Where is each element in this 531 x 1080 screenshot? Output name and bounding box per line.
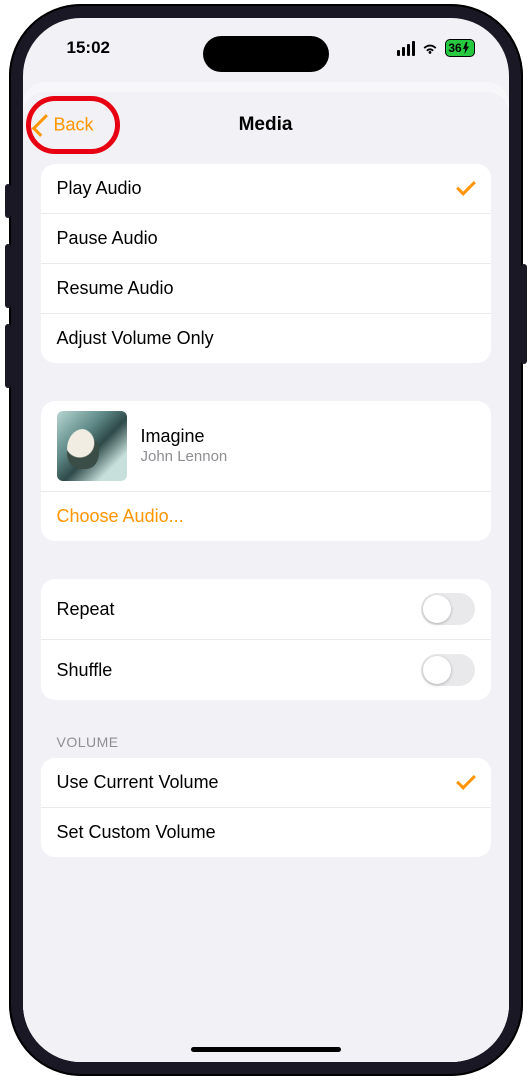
battery-icon: 36 [445, 39, 475, 57]
action-label: Adjust Volume Only [57, 328, 214, 349]
selected-media-row[interactable]: Imagine John Lennon [41, 401, 491, 491]
song-title: Imagine [141, 425, 228, 448]
screen: 15:02 36 Back Media [23, 18, 509, 1062]
action-play-audio[interactable]: Play Audio [41, 164, 491, 213]
media-group: Imagine John Lennon Choose Audio... [41, 401, 491, 541]
volume-use-current[interactable]: Use Current Volume [41, 758, 491, 807]
artist-name: John Lennon [141, 448, 228, 467]
action-label: Play Audio [57, 178, 142, 199]
action-adjust-volume[interactable]: Adjust Volume Only [41, 313, 491, 363]
status-right: 36 [397, 39, 475, 57]
shuffle-row: Shuffle [41, 639, 491, 700]
volume-group: Use Current Volume Set Custom Volume [41, 758, 491, 857]
repeat-toggle[interactable] [421, 593, 475, 625]
repeat-label: Repeat [57, 599, 115, 620]
chevron-left-icon [31, 114, 54, 137]
volume-up-button [5, 244, 11, 308]
action-label: Resume Audio [57, 278, 174, 299]
media-text: Imagine John Lennon [141, 425, 228, 466]
content: Play Audio Pause Audio Resume Audio Adju… [23, 164, 509, 897]
page-title: Media [239, 114, 293, 136]
power-button [521, 264, 527, 364]
mute-switch [5, 184, 11, 218]
checkmark-icon [456, 770, 476, 790]
choose-audio-label: Choose Audio... [57, 506, 184, 526]
settings-sheet: Back Media Play Audio Pause Audio Resume… [23, 92, 509, 1062]
choose-audio-button[interactable]: Choose Audio... [41, 491, 491, 541]
action-resume-audio[interactable]: Resume Audio [41, 263, 491, 313]
action-group: Play Audio Pause Audio Resume Audio Adju… [41, 164, 491, 363]
cellular-icon [397, 41, 415, 56]
wifi-icon [421, 41, 439, 55]
repeat-row: Repeat [41, 579, 491, 639]
back-label: Back [54, 115, 94, 136]
nav-bar: Back Media [23, 92, 509, 158]
playback-group: Repeat Shuffle [41, 579, 491, 700]
volume-down-button [5, 324, 11, 388]
volume-label: Use Current Volume [57, 772, 219, 793]
home-indicator[interactable] [191, 1047, 341, 1052]
volume-section-header: VOLUME [41, 700, 491, 758]
battery-level: 36 [448, 41, 461, 55]
action-label: Pause Audio [57, 228, 158, 249]
dynamic-island [203, 36, 329, 72]
checkmark-icon [456, 176, 476, 196]
status-time: 15:02 [67, 38, 110, 58]
volume-set-custom[interactable]: Set Custom Volume [41, 807, 491, 857]
album-art [57, 411, 127, 481]
phone-frame: 15:02 36 Back Media [9, 4, 523, 1076]
action-pause-audio[interactable]: Pause Audio [41, 213, 491, 263]
shuffle-toggle[interactable] [421, 654, 475, 686]
shuffle-label: Shuffle [57, 660, 113, 681]
back-button[interactable]: Back [37, 115, 94, 136]
volume-label: Set Custom Volume [57, 822, 216, 843]
